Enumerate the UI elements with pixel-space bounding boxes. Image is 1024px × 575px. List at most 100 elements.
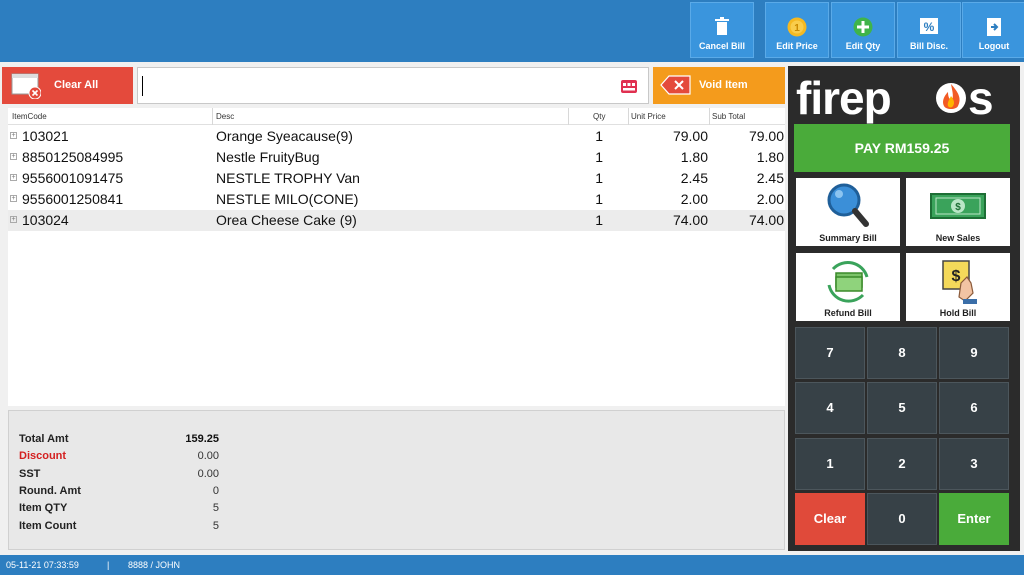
magnifier-icon <box>827 183 869 227</box>
key-clear[interactable]: Clear <box>795 493 865 545</box>
key-8[interactable]: 8 <box>867 327 937 379</box>
cell-sub-total: 79.00 <box>748 128 784 144</box>
table-row[interactable]: + 8850125084995 Nestle FruityBug 1 1.80 … <box>8 147 785 168</box>
percent-icon: % <box>920 18 938 34</box>
col-qty[interactable]: Qty <box>593 112 605 121</box>
item-qty-label: Item QTY <box>19 502 68 514</box>
right-panel: firep s PAY RM159.25 Summary Bill $ New … <box>788 66 1020 551</box>
table-row-selected[interactable]: + 103024 Orea Cheese Cake (9) 1 74.00 74… <box>8 210 785 231</box>
cell-qty: 1 <box>595 128 603 144</box>
col-sub-total[interactable]: Sub Total <box>712 112 745 121</box>
key-1[interactable]: 1 <box>795 438 865 490</box>
sst-value: 0.00 <box>197 468 219 480</box>
col-unit-price[interactable]: Unit Price <box>631 112 666 121</box>
summary-bill-label: Summary Bill <box>819 233 877 243</box>
new-sales-label: New Sales <box>935 233 981 243</box>
refund-bill-label: Refund Bill <box>824 308 872 318</box>
new-sales-button[interactable]: $ New Sales <box>906 178 1010 246</box>
grid-header: ItemCode Desc Qty Unit Price Sub Total <box>8 108 785 125</box>
table-row[interactable]: + 9556001091475 NESTLE TROPHY Van 1 2.45… <box>8 168 785 189</box>
key-4[interactable]: 4 <box>795 382 865 434</box>
tag-x-icon <box>660 75 691 95</box>
firepos-logo: firep s <box>796 72 994 124</box>
key-7[interactable]: 7 <box>795 327 865 379</box>
cell-itemcode: 103021 <box>22 128 69 144</box>
key-0[interactable]: 0 <box>867 493 937 545</box>
status-separator: | <box>107 560 110 570</box>
expand-icon[interactable]: + <box>10 153 17 160</box>
col-separator <box>212 108 213 125</box>
table-row[interactable]: + 9556001250841 NESTLE MILO(CONE) 1 2.00… <box>8 189 785 210</box>
svg-text:firep: firep <box>796 72 891 124</box>
item-count-label: Item Count <box>19 520 77 532</box>
plus-circle-icon <box>853 17 873 37</box>
col-separator <box>568 108 569 125</box>
item-qty-line: Item QTY 5 <box>19 502 219 518</box>
cancel-bill-button[interactable]: Cancel Bill <box>690 2 754 58</box>
cell-desc: Orea Cheese Cake (9) <box>216 212 357 228</box>
svg-text:$: $ <box>952 268 961 285</box>
expand-icon[interactable]: + <box>10 174 17 181</box>
edit-qty-button[interactable]: Edit Qty <box>831 2 895 58</box>
status-user: 8888 / JOHN <box>128 560 181 570</box>
edit-price-button[interactable]: 1 Edit Price <box>765 2 829 58</box>
table-row[interactable]: + 103021 Orange Syeacause(9) 1 79.00 79.… <box>8 126 785 147</box>
discount-label: Discount <box>19 450 67 462</box>
item-grid: ItemCode Desc Qty Unit Price Sub Total +… <box>8 108 785 406</box>
hold-bill-button[interactable]: $ Hold Bill <box>906 253 1010 321</box>
cancel-bill-label: Cancel Bill <box>698 41 745 51</box>
svg-text:s: s <box>968 72 994 124</box>
key-5[interactable]: 5 <box>867 382 937 434</box>
expand-icon[interactable]: + <box>10 195 17 202</box>
col-separator <box>628 108 629 125</box>
coin-icon: 1 <box>787 17 807 37</box>
refund-bill-button[interactable]: Refund Bill <box>796 253 900 321</box>
col-itemcode[interactable]: ItemCode <box>12 112 47 121</box>
key-3[interactable]: 3 <box>939 438 1009 490</box>
total-amt-label: Total Amt <box>19 433 69 445</box>
keyboard-icon[interactable] <box>620 78 638 94</box>
logout-icon <box>987 18 1001 36</box>
flame-icon <box>936 83 966 113</box>
pay-button[interactable]: PAY RM159.25 <box>794 124 1010 172</box>
cell-unit-price: 1.80 <box>680 149 708 165</box>
expand-icon[interactable]: + <box>10 216 17 223</box>
text-cursor <box>142 76 143 96</box>
edit-qty-label: Edit Qty <box>845 41 881 51</box>
sst-label: SST <box>19 468 41 480</box>
logout-label: Logout <box>978 41 1010 51</box>
barcode-input[interactable] <box>137 67 649 104</box>
refund-cash-icon <box>827 261 869 303</box>
hand-dollar-icon: $ <box>942 260 977 304</box>
expand-icon[interactable]: + <box>10 132 17 139</box>
total-amt-value: 159.25 <box>185 433 219 445</box>
cell-sub-total: 2.00 <box>756 191 784 207</box>
cell-desc: Orange Syeacause(9) <box>216 128 353 144</box>
key-enter[interactable]: Enter <box>939 493 1009 545</box>
cell-desc: Nestle FruityBug <box>216 149 320 165</box>
window-close-icon <box>11 73 41 99</box>
key-6[interactable]: 6 <box>939 382 1009 434</box>
cell-qty: 1 <box>595 149 603 165</box>
key-2[interactable]: 2 <box>867 438 937 490</box>
bill-disc-label: Bill Disc. <box>909 41 948 51</box>
bill-disc-button[interactable]: % Bill Disc. <box>897 2 961 58</box>
cell-sub-total: 74.00 <box>748 212 784 228</box>
cell-qty: 1 <box>595 212 603 228</box>
clear-all-button[interactable]: Clear All <box>2 67 133 104</box>
item-qty-value: 5 <box>212 502 219 514</box>
clear-all-label: Clear All <box>54 79 99 91</box>
cell-unit-price: 74.00 <box>672 212 708 228</box>
void-item-button[interactable]: Void Item <box>653 67 785 104</box>
col-desc[interactable]: Desc <box>216 112 234 121</box>
key-9[interactable]: 9 <box>939 327 1009 379</box>
cell-sub-total: 1.80 <box>756 149 784 165</box>
bill-summary: Total Amt 159.25 Discount 0.00 SST 0.00 … <box>8 410 785 550</box>
cell-unit-price: 2.00 <box>680 191 708 207</box>
cell-qty: 1 <box>595 191 603 207</box>
top-toolbar: Cancel Bill 1 Edit Price Edit Qty % Bill… <box>0 0 1024 62</box>
hold-bill-label: Hold Bill <box>939 308 977 318</box>
logout-button[interactable]: Logout <box>962 2 1024 58</box>
summary-bill-button[interactable]: Summary Bill <box>796 178 900 246</box>
round-amt-label: Round. Amt <box>19 485 81 497</box>
